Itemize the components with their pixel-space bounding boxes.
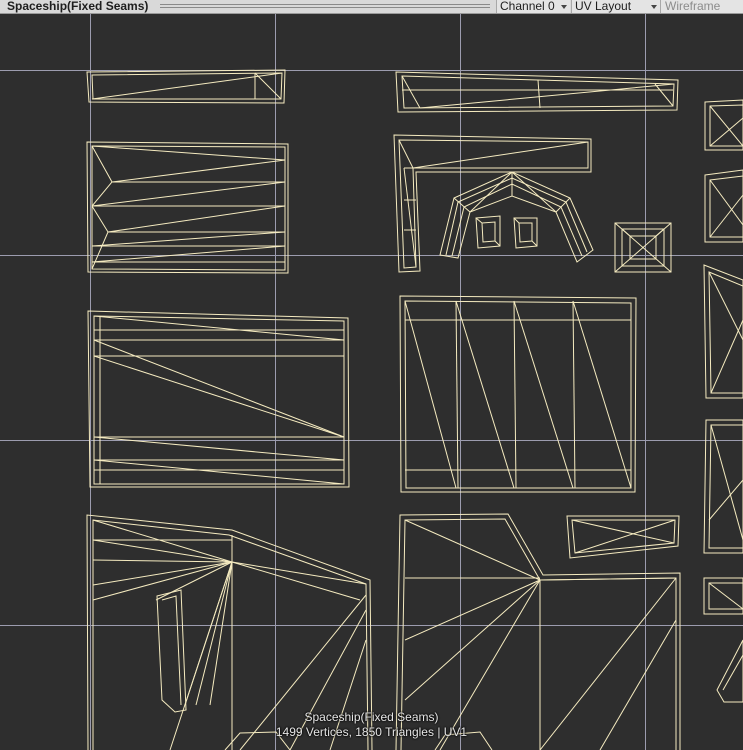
uv-island — [703, 577, 743, 615]
uv-island — [704, 99, 743, 151]
mesh-name-label: Spaceship(Fixed Seams) — [304, 710, 439, 724]
uv-island — [566, 515, 680, 559]
uv-island — [704, 169, 743, 243]
layout-dropdown[interactable]: UV Layout — [571, 0, 660, 13]
layout-dropdown-label: UV Layout — [575, 0, 632, 13]
wireframe-toggle[interactable]: Wireframe — [660, 0, 743, 13]
uv-island — [87, 310, 350, 488]
chevron-down-icon — [561, 5, 567, 9]
uv-island — [86, 141, 289, 274]
uv-island — [703, 419, 743, 554]
window-title: Spaceship(Fixed Seams) — [7, 0, 149, 13]
mesh-stats-label: 1499 Vertices, 1850 Triangles | UV1 — [275, 725, 468, 739]
uv-island — [614, 222, 672, 273]
uv-layout-canvas[interactable] — [0, 14, 743, 750]
uv-island — [399, 295, 637, 493]
drag-grip[interactable] — [160, 3, 490, 10]
uv-island — [716, 639, 743, 703]
uv-island — [395, 71, 679, 113]
uv-wireframe — [86, 69, 743, 750]
uv-grid — [0, 14, 743, 750]
uv-island — [703, 264, 743, 399]
uv-island — [439, 171, 594, 263]
channel-dropdown-label: Channel 0 — [500, 0, 555, 13]
channel-dropdown[interactable]: Channel 0 — [496, 0, 570, 13]
toolbar: Spaceship(Fixed Seams) Channel 0 UV Layo… — [0, 0, 743, 14]
uv-island — [86, 69, 286, 104]
chevron-down-icon — [651, 5, 657, 9]
